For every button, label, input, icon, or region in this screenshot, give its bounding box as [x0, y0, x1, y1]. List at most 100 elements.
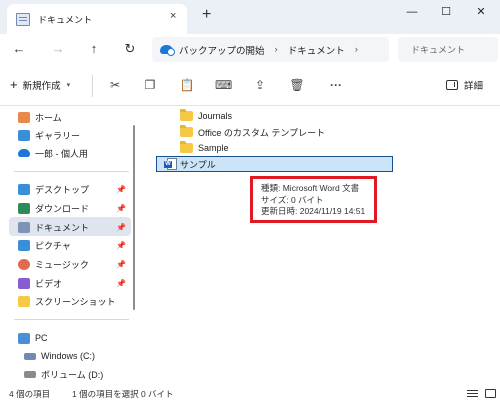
new-tab-button[interactable]: +	[202, 6, 211, 24]
forward-button[interactable]: →	[49, 40, 67, 58]
file-name: Office のカスタム テンプレート	[198, 127, 326, 138]
tooltip-size: サイズ: 0 バイト	[261, 194, 324, 205]
sidebar-item-label: PC	[35, 333, 48, 343]
cut-icon[interactable]: ✂	[107, 77, 123, 93]
videos-icon	[18, 277, 30, 289]
sidebar-item-label: ホーム	[35, 112, 62, 123]
breadcrumb-separator-end[interactable]: ›	[355, 44, 358, 55]
documents-icon	[16, 12, 30, 26]
search-input[interactable]	[398, 37, 498, 62]
sidebar-item-gallery[interactable]: ギャラリー	[18, 126, 80, 144]
sidebar-item-label: ボリューム (D:)	[41, 369, 104, 380]
breadcrumb-documents[interactable]: ドキュメント	[288, 43, 345, 57]
rename-icon[interactable]: ⌨	[215, 77, 232, 93]
new-button-label: 新規作成	[22, 81, 61, 92]
tooltip-modified: 更新日時: 2024/11/19 14:51	[261, 206, 366, 216]
delete-icon[interactable]: 🗑	[289, 77, 305, 93]
pc-icon	[18, 332, 30, 344]
pin-icon: 📌	[116, 241, 126, 250]
plus-icon: +	[10, 77, 18, 92]
list-item[interactable]: Office のカスタム テンプレート	[180, 124, 325, 140]
download-icon	[18, 202, 30, 214]
sidebar-divider	[14, 171, 129, 172]
sidebar-item-label: ピクチャ	[35, 240, 71, 251]
folder-icon	[180, 141, 193, 153]
navigation-bar: ← → ↑ ↻ バックアップの開始 › ドキュメント ›	[0, 34, 500, 64]
sidebar-item-videos[interactable]: ビデオ	[18, 274, 62, 292]
item-count: 4 個の項目	[9, 389, 51, 399]
sidebar-item-onedrive[interactable]: 一郎 - 個人用	[18, 144, 88, 162]
folder-icon	[180, 109, 193, 121]
refresh-button[interactable]: ↻	[121, 40, 139, 58]
sidebar-item-label: 一郎 - 個人用	[35, 148, 88, 159]
sidebar-item-label: スクリーンショット	[35, 296, 116, 307]
details-view-icon[interactable]	[467, 389, 478, 398]
sidebar-scrollbar[interactable]	[133, 125, 135, 310]
sidebar-item-label: ビデオ	[35, 278, 63, 289]
list-item[interactable]: Journals	[180, 108, 232, 124]
copy-icon[interactable]: ❐	[142, 77, 158, 93]
toolbar-divider	[92, 75, 93, 97]
tooltip-type: 種類: Microsoft Word 文書	[261, 183, 360, 193]
word-letter: W	[164, 161, 172, 168]
sidebar-item-music[interactable]: ミュージック	[18, 255, 89, 273]
file-name: Journals	[198, 111, 233, 121]
more-options-icon[interactable]: ···	[328, 77, 344, 93]
pin-icon: 📌	[116, 260, 126, 269]
drive-icon	[24, 370, 36, 378]
sidebar-item-pictures[interactable]: ピクチャ	[18, 236, 71, 254]
up-button[interactable]: ↑	[85, 40, 103, 58]
sidebar-item-label: ダウンロード	[35, 203, 90, 214]
music-icon	[18, 258, 30, 270]
back-button[interactable]: ←	[10, 40, 28, 58]
tab-title: ドキュメント	[38, 14, 93, 25]
breadcrumb-separator[interactable]: ›	[275, 44, 278, 55]
sidebar-item-drive-c[interactable]: Windows (C:)	[24, 347, 95, 365]
tiles-view-icon[interactable]	[485, 389, 496, 398]
minimize-button[interactable]: —	[400, 4, 424, 20]
breadcrumb-backup[interactable]: バックアップの開始	[179, 43, 265, 57]
onedrive-icon	[18, 149, 30, 157]
sidebar-item-documents[interactable]: ドキュメント	[18, 218, 89, 236]
file-info-tooltip: 種類: Microsoft Word 文書 サイズ: 0 バイト 更新日時: 2…	[250, 176, 377, 223]
title-bar: ドキュメント × + — ☐ ✕	[0, 0, 500, 34]
sidebar-item-drive-d[interactable]: ボリューム (D:)	[24, 365, 103, 383]
sidebar-divider	[14, 319, 129, 320]
sidebar-item-label: ミュージック	[35, 259, 89, 270]
home-icon	[18, 111, 30, 123]
pin-icon: 📌	[116, 223, 126, 232]
new-button[interactable]: + 新規作成 ▾	[10, 78, 70, 92]
details-label: 詳細	[464, 81, 484, 92]
desktop-icon	[18, 183, 30, 195]
tab-close-icon[interactable]: ×	[170, 10, 176, 22]
share-icon[interactable]: ⇪	[252, 77, 268, 93]
sidebar-item-label: ギャラリー	[35, 130, 81, 141]
paste-icon[interactable]: 📋	[179, 77, 195, 93]
gallery-icon	[18, 129, 30, 141]
sidebar-item-home[interactable]: ホーム	[18, 108, 62, 126]
selection-info: 1 個の項目を選択 0 バイト	[72, 389, 174, 399]
tab-documents[interactable]: ドキュメント	[7, 4, 187, 34]
sidebar-item-desktop[interactable]: デスクトップ	[18, 180, 89, 198]
sidebar-item-label: ドキュメント	[35, 222, 90, 233]
sidebar-item-this-pc[interactable]: PC	[18, 329, 48, 347]
close-button[interactable]: ✕	[469, 4, 493, 20]
list-item[interactable]: Sample	[180, 140, 229, 156]
pin-icon: 📌	[116, 204, 126, 213]
selected-list-item[interactable]: W サンプル	[156, 156, 393, 172]
address-bar[interactable]: バックアップの開始 › ドキュメント ›	[152, 37, 389, 62]
pictures-icon	[18, 239, 30, 251]
folder-icon	[180, 125, 193, 137]
file-name: Sample	[198, 143, 229, 153]
pin-icon: 📌	[116, 185, 126, 194]
file-name: サンプル	[180, 159, 216, 170]
details-pane-button[interactable]: 詳細	[446, 78, 483, 92]
sidebar-item-downloads[interactable]: ダウンロード	[18, 199, 89, 217]
maximize-button[interactable]: ☐	[434, 4, 458, 20]
folder-icon	[18, 295, 30, 307]
pin-icon: 📌	[116, 279, 126, 288]
sidebar-item-label: デスクトップ	[35, 184, 90, 195]
drive-icon	[24, 352, 36, 360]
sidebar-item-label: Windows (C:)	[41, 351, 96, 361]
sidebar-item-screenshots[interactable]: スクリーンショット	[18, 292, 116, 310]
